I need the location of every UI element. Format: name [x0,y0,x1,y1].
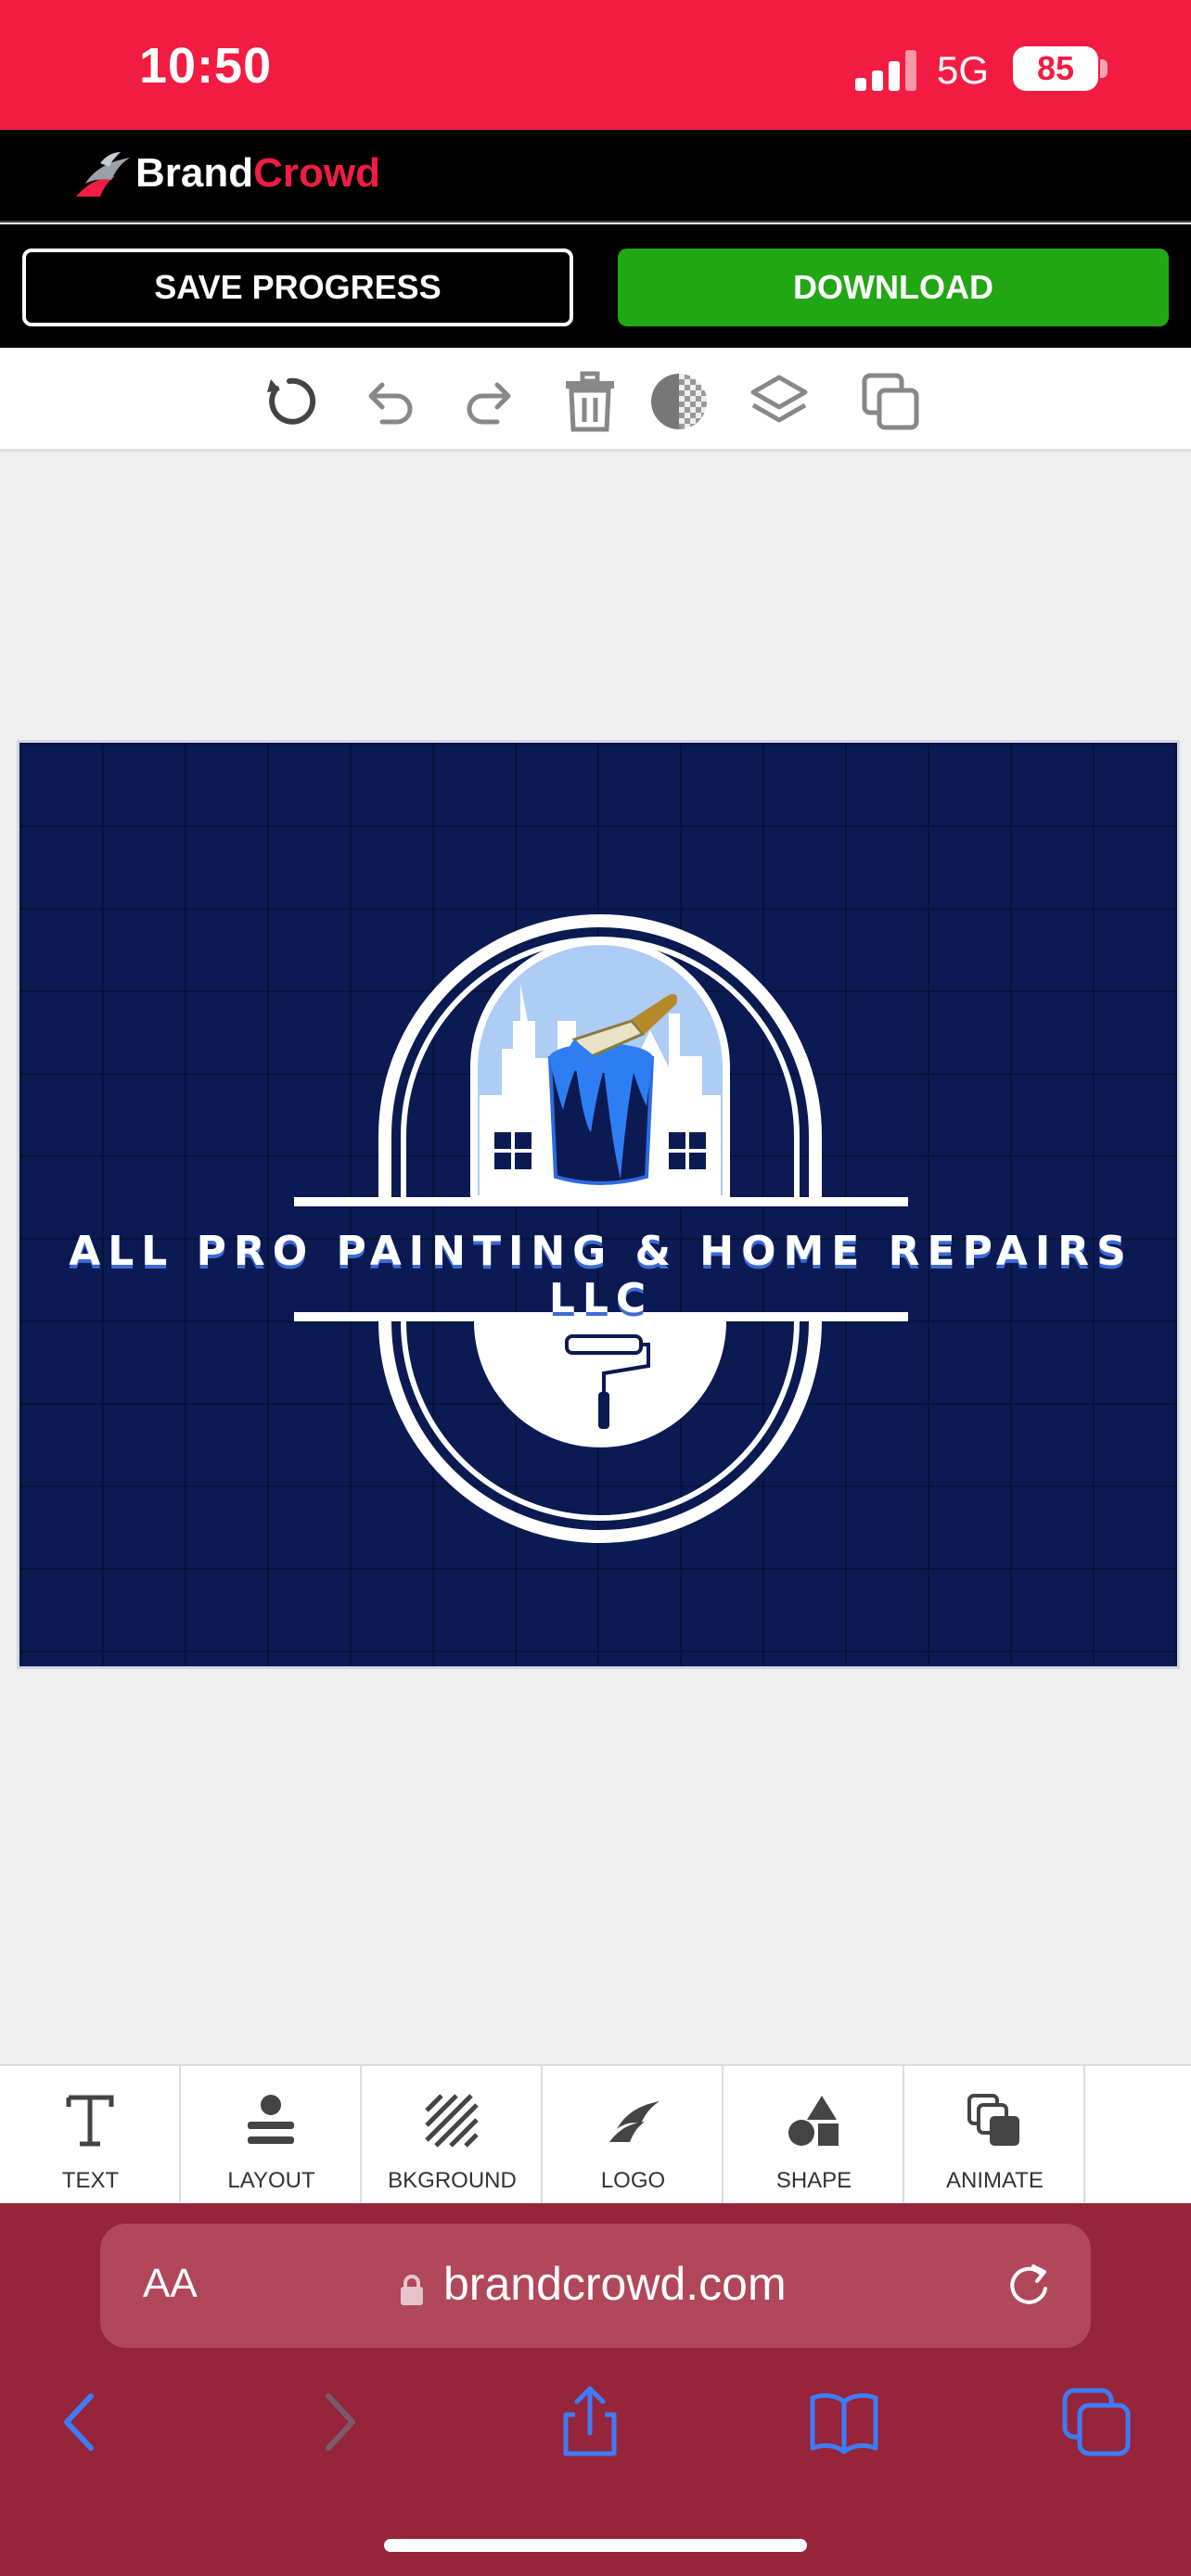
tabs-icon[interactable] [1059,2385,1133,2459]
action-bar: SAVE PROGRESS DOWNLOAD [0,224,1191,348]
share-icon[interactable] [553,2385,627,2459]
layout-icon [248,2095,294,2144]
tab-animate-label: ANIMATE [946,2168,1044,2193]
background-icon [425,2094,479,2148]
tab-text[interactable]: TEXT [0,2066,181,2205]
text-size-button[interactable]: AA [143,2261,198,2307]
tab-background-label: BKGROUND [388,2168,517,2193]
editor-tab-bar: TEXT LAYOUT BKGROUND LOGO SHAPE ANIMATE [0,2064,1191,2205]
tab-shape[interactable]: SHAPE [724,2066,904,2205]
shape-icon [788,2096,839,2146]
status-bar: 10:50 5G 85 [0,0,1191,130]
logo-title[interactable]: ALL PRO PAINTING & HOME REPAIRS LLC [19,1228,1177,1322]
painting-emblem [294,914,908,1543]
battery-indicator: 85 [1013,46,1098,91]
animate-icon [967,2094,1019,2146]
tab-logo[interactable]: LOGO [543,2066,724,2205]
design-canvas[interactable]: ALL PRO PAINTING & HOME REPAIRS LLC [17,740,1180,1669]
signal-icon [855,50,916,91]
trash-icon[interactable] [557,368,623,435]
editor-toolbar [0,348,1191,452]
tab-layout-label: LAYOUT [227,2168,315,2193]
network-label: 5G [937,48,990,92]
duplicate-icon[interactable] [857,368,924,435]
back-icon[interactable] [43,2385,117,2459]
forward-icon [326,2393,355,2451]
tab-animate[interactable]: ANIMATE [904,2066,1085,2205]
tab-background[interactable]: BKGROUND [362,2066,543,2205]
redo-icon[interactable] [456,368,523,435]
transparency-icon[interactable] [646,368,712,435]
undo-icon[interactable] [356,368,423,435]
reload-icon[interactable] [1004,2261,1054,2311]
address-bar[interactable]: AA brandcrowd.com [100,2224,1091,2348]
home-indicator [384,2539,807,2552]
battery-cap [1100,59,1108,78]
tab-shape-label: SHAPE [775,2168,852,2193]
lock-icon [401,2275,423,2305]
bookmarks-icon[interactable] [807,2385,881,2459]
brand-name[interactable]: BrandCrowd [135,150,380,197]
text-icon [66,2095,114,2147]
status-time: 10:50 [139,38,273,94]
browser-bar: AA brandcrowd.com [0,2203,1191,2576]
logo-icon [609,2101,660,2142]
layers-icon[interactable] [746,368,813,435]
brand-name-part2: Crowd [253,150,381,196]
tab-text-label: TEXT [61,2168,120,2193]
brandcrowd-logo-icon[interactable] [72,150,134,202]
reset-icon[interactable] [256,368,323,435]
url-text[interactable]: brandcrowd.com [443,2257,787,2311]
download-button[interactable]: DOWNLOAD [618,249,1169,326]
tab-layout[interactable]: LAYOUT [181,2066,362,2205]
brand-name-part1: Brand [135,150,254,196]
tab-logo-label: LOGO [600,2168,666,2193]
brand-header: BrandCrowd [0,130,1191,223]
save-progress-button[interactable]: SAVE PROGRESS [22,249,573,326]
